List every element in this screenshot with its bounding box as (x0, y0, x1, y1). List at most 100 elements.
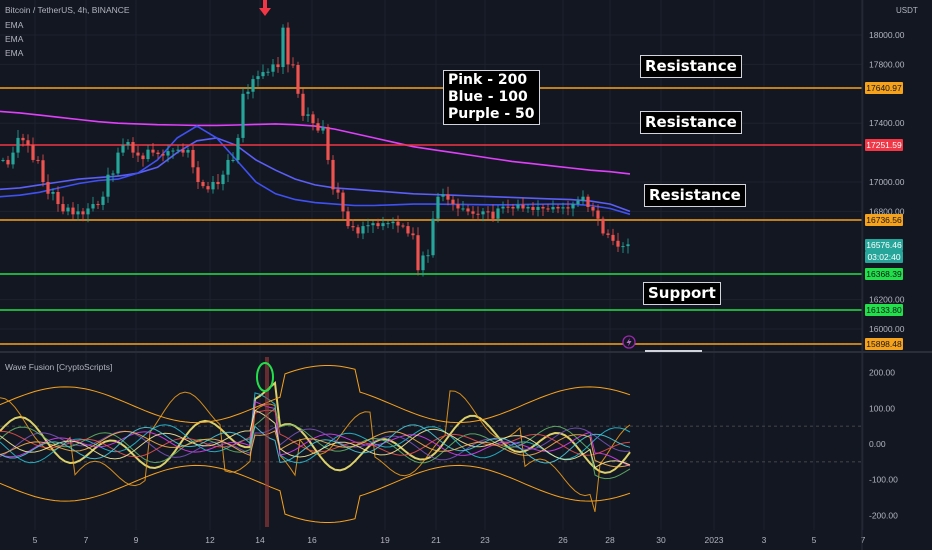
price-tick-label: 18000.00 (869, 30, 905, 40)
candle-body (191, 149, 195, 168)
candle-body (231, 159, 235, 161)
date-tick-label: 16 (307, 535, 317, 545)
candle-body (426, 255, 430, 257)
candle-body (236, 137, 240, 160)
candle-body (321, 127, 325, 131)
date-tick-label: 5 (33, 535, 38, 545)
candle-body (291, 64, 295, 66)
indicator-ema-3[interactable]: EMA (5, 48, 23, 58)
candle-body (341, 192, 345, 212)
candle-body (386, 223, 390, 225)
candle-body (351, 226, 355, 228)
candle-body (581, 196, 585, 201)
candle-body (56, 191, 60, 205)
candle-body (571, 204, 575, 209)
candle-body (376, 223, 380, 227)
candle-body (1, 159, 5, 161)
candle-body (251, 79, 255, 92)
price-tag-current: 16576.46 (865, 239, 903, 251)
candle-body (596, 210, 600, 219)
osc-tick-label: 100.00 (869, 403, 895, 413)
candle-body (126, 142, 130, 146)
date-tick-label: 5 (812, 535, 817, 545)
indicator-ema-1[interactable]: EMA (5, 20, 23, 30)
candle-body (241, 93, 245, 138)
candle-body (356, 227, 360, 234)
candle-body (601, 218, 605, 234)
date-tick-label: 28 (605, 535, 615, 545)
candle-body (166, 151, 170, 156)
candle-body (121, 145, 125, 153)
candle-body (21, 137, 25, 141)
highlight-bar (265, 357, 269, 527)
candle-body (301, 93, 305, 116)
ema-legend-box: Pink - 200 Blue - 100 Purple - 50 (443, 70, 540, 125)
candle-body (36, 159, 40, 161)
price-tick-label: 17000.00 (869, 177, 905, 187)
date-tick-label: 21 (431, 535, 441, 545)
candle-body (181, 149, 185, 153)
candle-body (346, 211, 350, 227)
candle-body (461, 208, 465, 210)
date-tick-label: 30 (656, 535, 666, 545)
candle-body (526, 206, 530, 209)
countdown-timer: 03:02:40 (865, 251, 903, 263)
candle-body (486, 211, 490, 213)
candle-body (311, 114, 315, 124)
date-tick-label: 2023 (705, 535, 724, 545)
candle-body (506, 206, 510, 208)
candle-body (266, 71, 270, 73)
candle-body (316, 123, 320, 131)
candle-body (536, 206, 540, 210)
candle-body (586, 196, 590, 207)
candle-body (396, 221, 400, 226)
candle-body (336, 189, 340, 193)
candle-body (86, 208, 90, 215)
candle-body (161, 154, 165, 156)
candle-body (451, 199, 455, 205)
candle-body (211, 182, 215, 190)
candle-body (116, 152, 120, 174)
candle-body (81, 211, 85, 215)
indicator-ema-2[interactable]: EMA (5, 34, 23, 44)
support-label: Support (643, 282, 721, 305)
date-tick-label: 12 (205, 535, 215, 545)
candle-body (531, 206, 535, 210)
hidden-box-edge (645, 350, 702, 352)
candle-body (46, 182, 50, 194)
oscillator-title[interactable]: Wave Fusion [CryptoScripts] (5, 362, 112, 372)
candle-body (296, 64, 300, 94)
candle-body (611, 234, 615, 241)
candle-body (436, 196, 440, 219)
candle-body (546, 208, 550, 210)
candle-body (26, 140, 30, 146)
currency-label: USDT (896, 6, 918, 15)
candle-body (511, 206, 515, 209)
candle-body (471, 211, 475, 214)
candle-body (216, 182, 220, 185)
candle-body (561, 207, 565, 209)
price-tag-resistance-3: 16736.56 (865, 214, 903, 226)
candle-body (501, 206, 505, 209)
candle-body (626, 244, 630, 247)
candle-body (606, 233, 610, 235)
candle-body (366, 225, 370, 227)
candle-body (61, 204, 65, 212)
candle-body (201, 182, 205, 187)
candle-body (306, 114, 310, 116)
candle-body (371, 223, 375, 226)
candle-body (521, 204, 525, 209)
candle-body (406, 226, 410, 234)
osc-tick-label: 0.00 (869, 439, 886, 449)
candle-body (621, 246, 625, 248)
price-tick-label: 16000.00 (869, 324, 905, 334)
candle-body (256, 76, 260, 80)
date-tick-label: 26 (558, 535, 568, 545)
candle-body (156, 152, 160, 155)
candle-body (261, 72, 265, 77)
date-tick-label: 7 (84, 535, 89, 545)
candle-body (71, 207, 75, 215)
candle-body (176, 149, 180, 151)
candle-body (6, 159, 10, 165)
candle-body (186, 149, 190, 153)
